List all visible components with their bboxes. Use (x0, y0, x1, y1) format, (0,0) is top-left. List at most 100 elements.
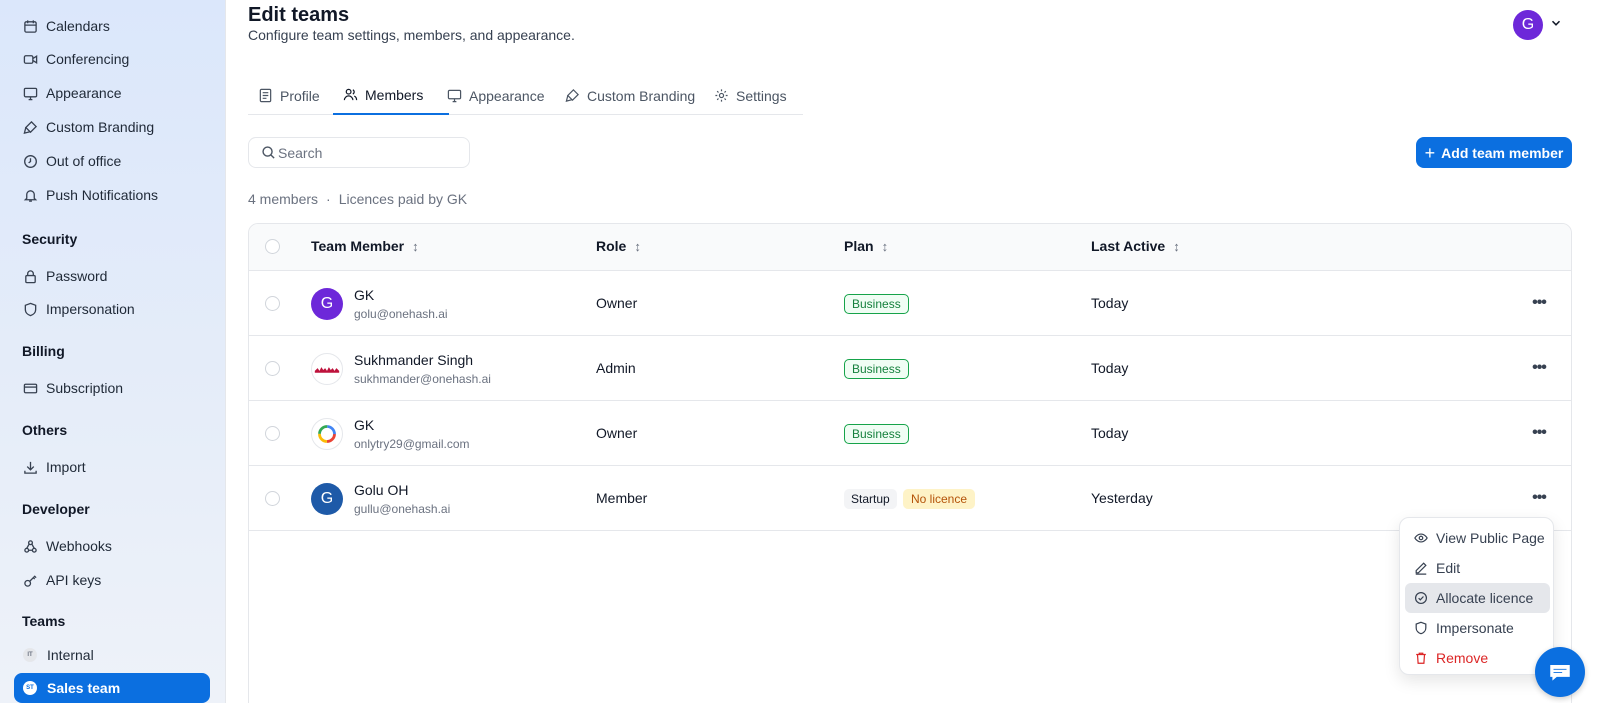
calendar-icon (22, 18, 38, 34)
member-role: Owner (596, 425, 638, 441)
header-label: Last Active (1091, 238, 1166, 254)
last-active: Yesterday (1091, 490, 1153, 506)
check-circle-icon (1414, 591, 1428, 605)
sidebar-item-label: Internal (47, 647, 94, 663)
tab-settings[interactable]: Settings (704, 76, 797, 115)
member-count: 4 members (248, 191, 319, 207)
member-email: golu@onehash.ai (354, 307, 448, 321)
table-row[interactable]: GK onlytry29@gmail.com Owner Business To… (249, 401, 1571, 466)
row-checkbox[interactable] (265, 426, 280, 441)
table-row[interactable]: G GK golu@onehash.ai Owner Business Toda… (249, 271, 1571, 336)
shield-icon (1415, 621, 1427, 635)
member-name: Sukhmander Singh (354, 352, 474, 368)
menu-item-impersonate[interactable]: Impersonate (1405, 613, 1550, 643)
team-badge: ST (23, 681, 37, 695)
sidebar-item-push-notifications[interactable]: Push Notifications (14, 180, 210, 210)
sidebar-item-label: Calendars (46, 18, 110, 34)
tab-members[interactable]: Members (333, 76, 449, 115)
column-header-plan[interactable]: Plan ↕ (844, 238, 888, 254)
tab-custom-branding[interactable]: Custom Branding (555, 76, 705, 115)
select-all-checkbox[interactable] (265, 239, 280, 254)
search-box[interactable] (248, 137, 470, 168)
brush-icon (22, 119, 38, 135)
sidebar-item-label: Push Notifications (46, 187, 159, 203)
avatar: G (311, 288, 343, 320)
download-icon (22, 459, 38, 475)
sidebar-item-subscription[interactable]: Subscription (14, 373, 210, 403)
menu-item-allocate-licence[interactable]: Allocate licence (1405, 583, 1550, 613)
row-checkbox[interactable] (265, 296, 280, 311)
separator-dot: · (326, 191, 331, 207)
chat-support-button[interactable] (1535, 647, 1585, 697)
add-team-member-button[interactable]: + Add team member (1416, 137, 1572, 168)
tab-label: Custom Branding (587, 87, 696, 104)
team-badge: IT (23, 648, 37, 662)
column-header-team-member[interactable]: Team Member ↕ (311, 238, 419, 254)
menu-item-edit[interactable]: Edit (1405, 553, 1550, 583)
monitor-icon (22, 85, 38, 101)
table-row[interactable]: G Golu OH gullu@onehash.ai Member Startu… (249, 466, 1571, 531)
table-row[interactable]: Sukhmander Singh sukhmander@onehash.ai A… (249, 336, 1571, 401)
sidebar-item-webhooks[interactable]: Webhooks (14, 531, 210, 561)
search-input[interactable] (278, 144, 458, 161)
member-role: Member (596, 490, 648, 506)
menu-item-label: Allocate licence (1436, 590, 1534, 606)
plan-badge: Business (844, 424, 909, 444)
sidebar-item-label: Sales team (47, 680, 121, 696)
sidebar-item-out-of-office[interactable]: Out of office (14, 146, 210, 176)
sidebar-item-calendars[interactable]: Calendars (14, 11, 210, 41)
page-title: Edit teams (248, 4, 350, 26)
menu-item-remove[interactable]: Remove (1405, 643, 1550, 673)
sidebar-item-conferencing[interactable]: Conferencing (14, 44, 210, 74)
member-name: GK (354, 287, 375, 303)
brush-icon (565, 89, 579, 102)
sort-icon: ↕ (634, 238, 641, 254)
more-options-icon[interactable]: ••• (1529, 423, 1549, 443)
row-checkbox[interactable] (265, 361, 280, 376)
sidebar-item-appearance[interactable]: Appearance (14, 78, 210, 108)
more-options-icon[interactable]: ••• (1529, 293, 1549, 313)
profile-icon (259, 88, 272, 103)
more-options-icon[interactable]: ••• (1529, 488, 1549, 508)
member-email: gullu@onehash.ai (354, 502, 451, 516)
user-avatar[interactable]: G (1513, 10, 1543, 40)
header-label: Plan (844, 238, 874, 254)
row-checkbox[interactable] (265, 491, 280, 506)
sidebar-item-password[interactable]: Password (14, 261, 210, 291)
chevron-down-icon[interactable] (1549, 16, 1563, 30)
column-header-last-active[interactable]: Last Active ↕ (1091, 238, 1180, 254)
avatar (311, 353, 343, 385)
avatar (311, 418, 343, 450)
column-header-role[interactable]: Role ↕ (596, 238, 641, 254)
member-role: Admin (596, 360, 636, 376)
sidebar-item-import[interactable]: Import (14, 452, 210, 482)
page-subtitle: Configure team settings, members, and ap… (248, 27, 575, 43)
menu-item-label: Impersonate (1436, 620, 1514, 636)
sidebar-item-label: Subscription (46, 380, 124, 396)
sidebar-item-label: Impersonation (46, 301, 135, 317)
tab-appearance[interactable]: Appearance (437, 76, 555, 115)
add-button-label: Add team member (1441, 144, 1564, 161)
more-options-icon[interactable]: ••• (1529, 358, 1549, 378)
licence-info: Licences paid by GK (338, 191, 468, 207)
monitor-icon (447, 89, 462, 103)
sidebar-item-team-sales[interactable]: ST Sales team (14, 673, 210, 703)
sidebar-item-api-keys[interactable]: API keys (14, 565, 210, 595)
plan-badge: Business (844, 294, 909, 314)
plan-badge: Startup (844, 489, 897, 509)
menu-item-view-public-page[interactable]: View Public Page (1405, 523, 1550, 553)
shield-icon (22, 301, 38, 317)
sidebar-item-label: Import (46, 459, 86, 475)
tab-bar: Profile Members Appearance Custom Brandi… (248, 76, 803, 115)
sidebar-item-team-internal[interactable]: IT Internal (14, 640, 210, 670)
sidebar-item-impersonation[interactable]: Impersonation (14, 294, 210, 324)
clock-icon (22, 153, 38, 169)
sidebar-item-label: Out of office (46, 153, 122, 169)
no-licence-badge: No licence (903, 489, 976, 509)
tab-label: Profile (280, 87, 320, 104)
tab-label: Members (365, 86, 424, 103)
menu-item-label: Edit (1436, 560, 1461, 576)
tab-profile[interactable]: Profile (248, 76, 330, 115)
sidebar-item-custom-branding[interactable]: Custom Branding (14, 112, 210, 142)
sidebar: Calendars Conferencing Appearance Custom… (0, 0, 226, 703)
